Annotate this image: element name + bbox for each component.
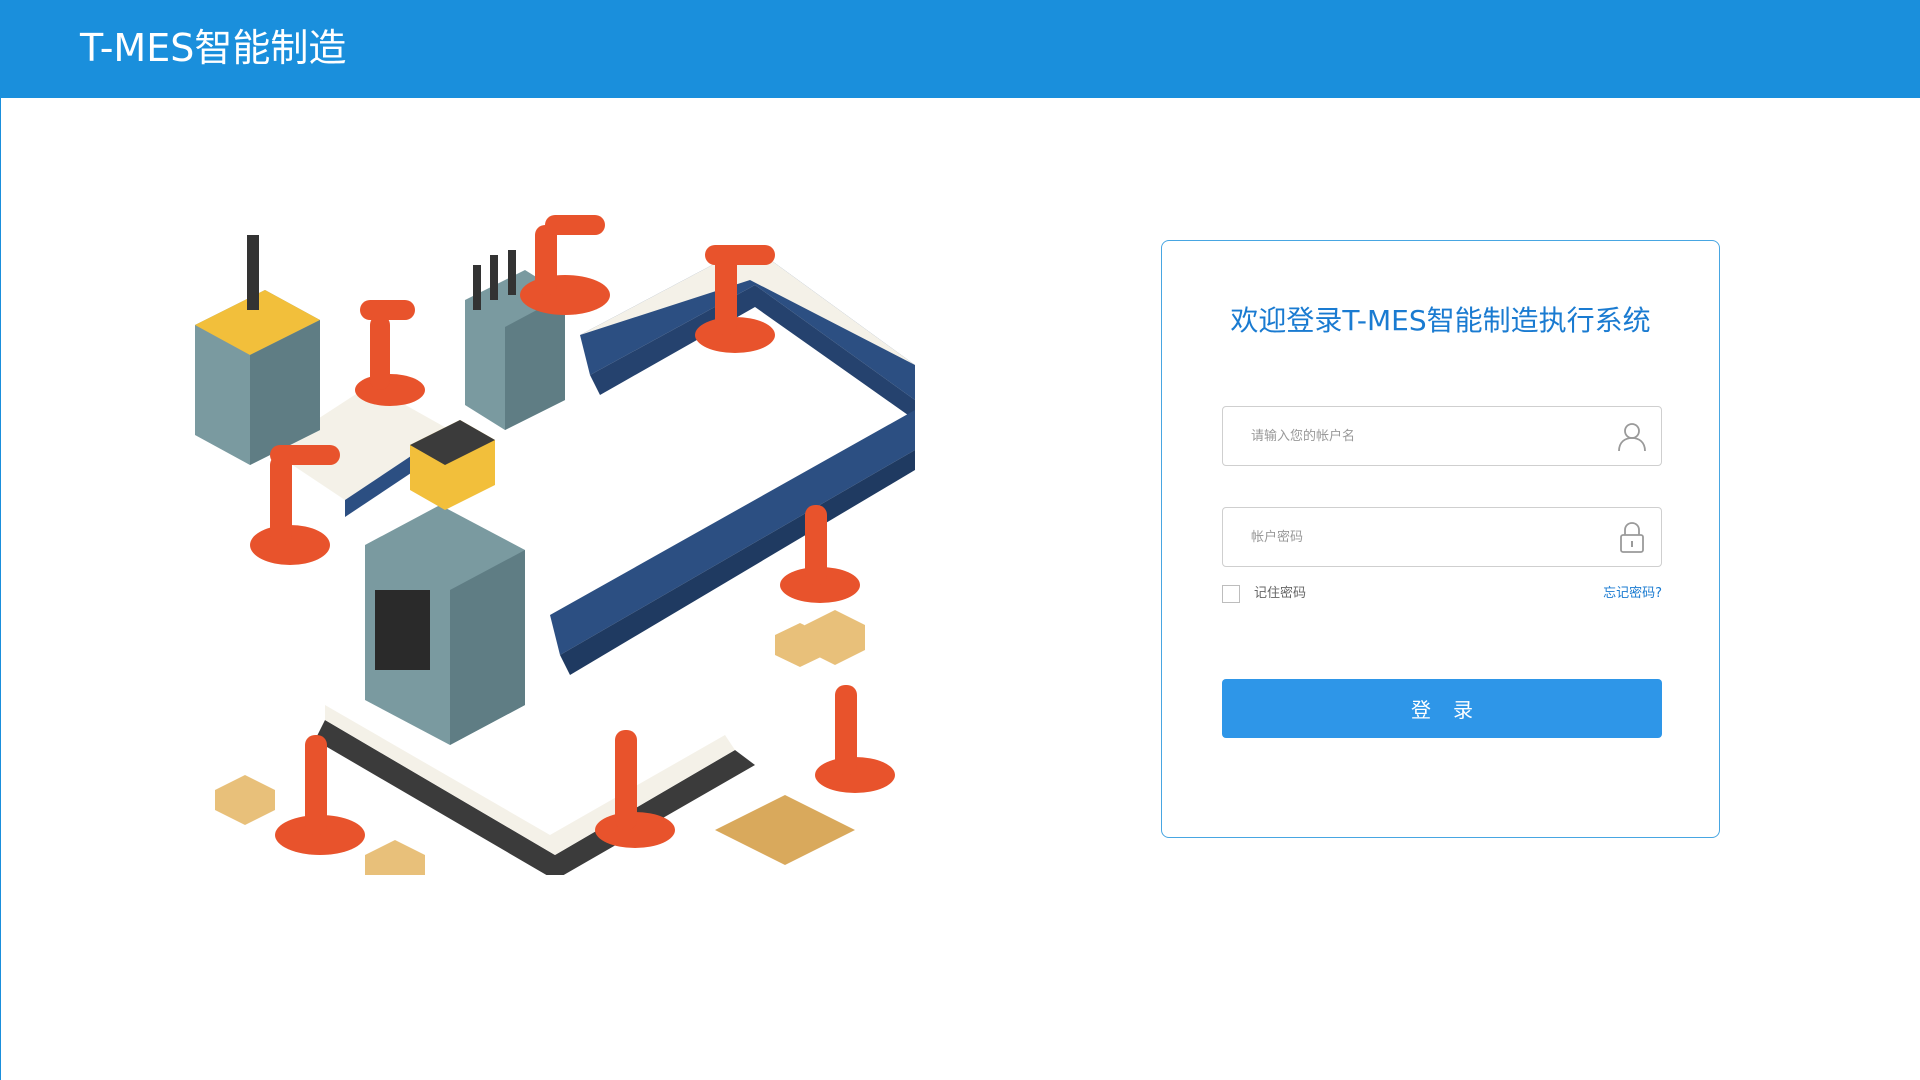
factory-illustration (195, 215, 915, 875)
user-icon (1618, 423, 1646, 452)
robot-arm-left-lower (250, 445, 340, 565)
robot-arm-right-lower (815, 685, 895, 793)
remember-label: 记住密码 (1254, 586, 1307, 601)
page-left-border (0, 98, 1, 1080)
lock-icon (1620, 522, 1644, 553)
login-card: 欢迎登录T-MES智能制造执行系统 记住密码 忘记密码? 登录 (1161, 240, 1720, 838)
app-title: T-MES智能制造 (80, 26, 347, 70)
username-field[interactable] (1222, 406, 1662, 466)
welcome-heading: 欢迎登录T-MES智能制造执行系统 (1230, 304, 1651, 337)
machine-left (195, 235, 320, 465)
username-input[interactable] (1223, 407, 1593, 465)
robot-arm-left-upper (355, 300, 425, 406)
password-input[interactable] (1223, 508, 1593, 566)
top-header-bar: T-MES智能制造 (0, 0, 1920, 98)
robot-arm-top (520, 215, 610, 315)
login-button[interactable]: 登录 (1222, 679, 1662, 738)
forgot-password-link[interactable]: 忘记密码? (1603, 583, 1662, 605)
remember-checkbox[interactable] (1222, 585, 1240, 603)
password-field[interactable] (1222, 507, 1662, 567)
